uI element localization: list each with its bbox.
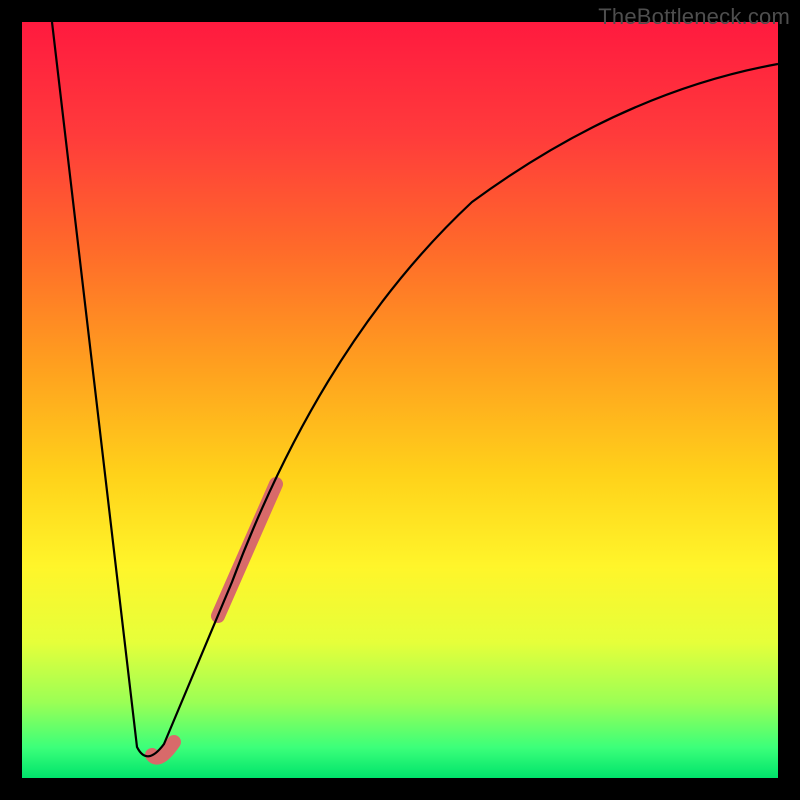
chart-frame: TheBottleneck.com xyxy=(0,0,800,800)
gradient-background xyxy=(22,22,778,778)
plot-area xyxy=(22,22,778,778)
watermark-text: TheBottleneck.com xyxy=(598,4,790,30)
chart-svg xyxy=(22,22,778,778)
